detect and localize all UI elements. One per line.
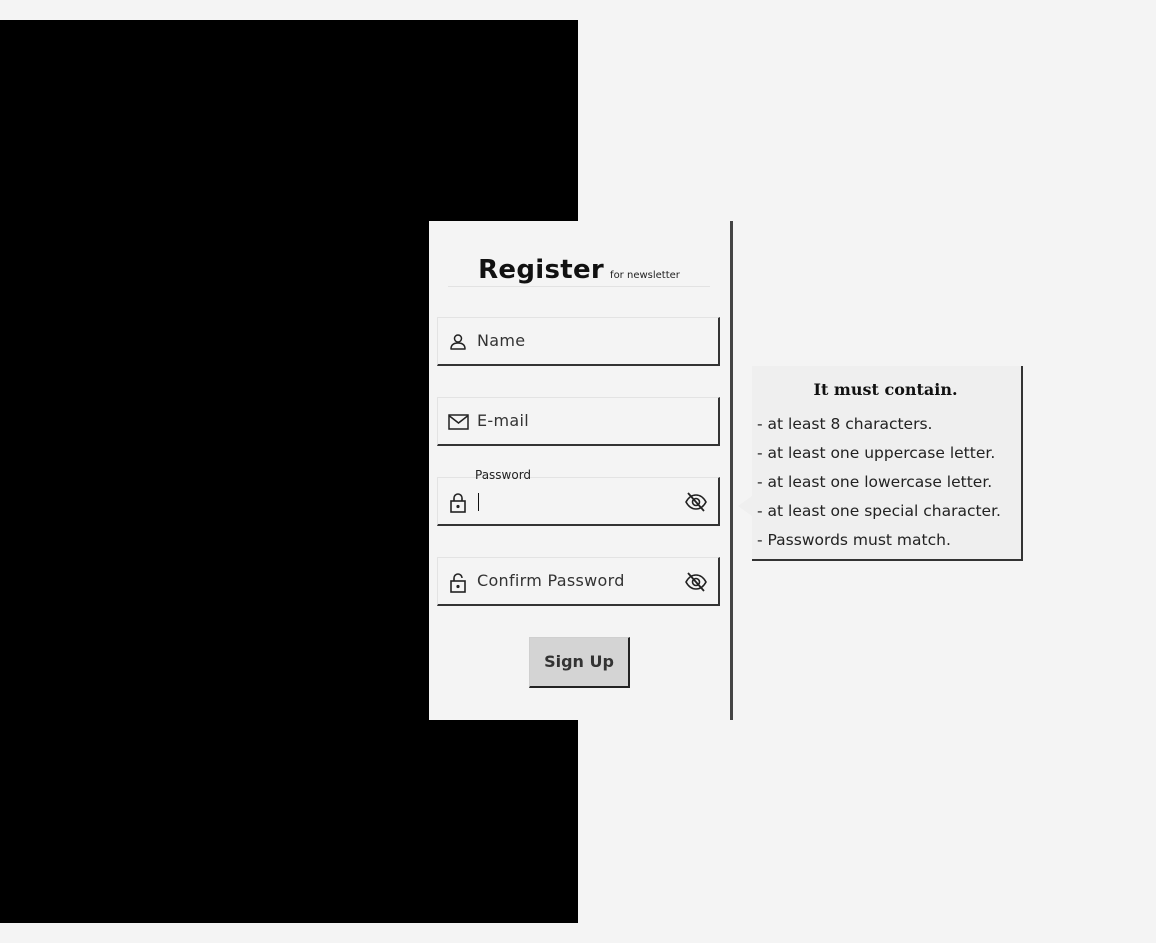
register-card: Register for newsletter Name E-mail Passw… <box>429 221 733 720</box>
page-title: Register <box>478 255 605 285</box>
email-field[interactable]: E-mail <box>437 397 720 446</box>
rule-item: - at least one special character. <box>757 502 1001 520</box>
envelope-icon <box>448 412 469 432</box>
sign-up-button[interactable]: Sign Up <box>529 637 630 688</box>
password-rules-tooltip: It must contain. - at least 8 characters… <box>738 366 1023 561</box>
page-subtitle: for newsletter <box>610 270 680 281</box>
password-rules-list: - at least 8 characters. - at least one … <box>757 414 1001 559</box>
unlock-icon <box>448 572 468 593</box>
eye-slash-icon[interactable] <box>684 491 708 513</box>
rule-item: - at least 8 characters. <box>757 415 933 433</box>
name-field[interactable]: Name <box>437 317 720 366</box>
card-header: Register for newsletter <box>448 255 710 287</box>
eye-slash-icon[interactable] <box>684 571 708 593</box>
rule-item: - Passwords must match. <box>757 531 951 549</box>
password-field[interactable]: Password <box>437 468 720 526</box>
user-icon <box>448 332 468 352</box>
text-caret <box>478 493 479 511</box>
email-placeholder: E-mail <box>477 411 529 430</box>
confirm-password-field[interactable]: Confirm Password <box>437 557 720 606</box>
rule-item: - at least one uppercase letter. <box>757 444 996 462</box>
tooltip-arrow <box>738 496 752 516</box>
name-placeholder: Name <box>477 331 526 350</box>
password-label: Password <box>475 468 532 482</box>
confirm-password-placeholder: Confirm Password <box>477 571 625 590</box>
lock-icon <box>448 492 468 513</box>
tooltip-title: It must contain. <box>813 380 958 399</box>
rule-item: - at least one lowercase letter. <box>757 473 993 491</box>
